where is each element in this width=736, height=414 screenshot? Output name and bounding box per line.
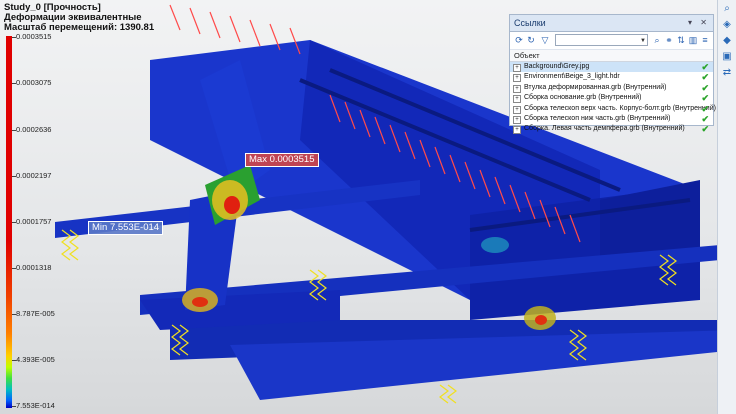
hotspot-core [224,196,240,214]
legend-tick: 7.553E-014 [16,401,55,410]
check-icon: ✔ [701,72,709,83]
links-toggle-icon[interactable]: ⇄ [720,66,734,80]
legend-tick: 0.0002636 [16,125,52,134]
list-item[interactable]: + Сборка основание.grb (Внутренний) ✔ [510,93,713,104]
expand-icon[interactable]: + [513,126,521,135]
panel-title-bar: Ссылки ▾ ✕ [510,15,713,32]
window-icon[interactable]: ▣ [720,50,734,64]
green-cube-icon[interactable]: ◆ [720,34,734,48]
filter-input[interactable]: ▼ [555,34,648,46]
list-item[interactable]: + Background\Grey.jpg ✔ [510,62,713,73]
check-icon: ✔ [701,124,709,135]
legend-tick: 0.0001318 [16,263,52,272]
legend-tick: 4.393E-005 [16,355,55,364]
min-marker: Min 7.553E-014 [88,221,164,235]
search-icon[interactable]: ⌕ [652,35,662,45]
legend-tick: 8.787E-005 [16,309,55,318]
legend-tick: 0.0002197 [16,171,52,180]
right-toolbar: ⌕ ◈ ◆ ▣ ⇄ [717,0,736,414]
check-icon: ✔ [701,113,709,124]
expand-icon[interactable]: + [513,95,521,104]
check-icon: ✔ [701,82,709,93]
panel-title: Ссылки [514,18,546,28]
check-icon: ✔ [701,62,709,72]
links-panel: Ссылки ▾ ✕ ⟳ ↻ ▽ ▼ ⌕ ⚭ ⇅ ▥ ≡ Объект + Bac… [509,14,716,135]
list-item[interactable]: + Сборка телескоп верх часть. Корпус-болт… [510,103,716,114]
column-header-object[interactable]: Объект [510,50,713,62]
panel-window-buttons[interactable]: ▾ ✕ [688,15,710,31]
list-item[interactable]: + Сборка. Левая часть демпфера.grb (Внутр… [510,124,713,135]
expand-icon[interactable]: + [513,64,521,72]
study-info: Study_0 [Прочность] Деформации эквивален… [4,3,154,33]
expand-icon[interactable]: + [513,84,521,93]
legend-tick: 0.0003515 [16,32,52,41]
legend-tick: 0.0003075 [16,78,52,87]
expand-icon[interactable]: + [513,105,521,114]
hotspot-bottom-core [192,297,208,307]
panel-toolbar: ⟳ ↻ ▽ ▼ ⌕ ⚭ ⇅ ▥ ≡ [510,32,713,50]
update-icon[interactable]: ↻ [526,35,536,45]
zoom-icon[interactable]: ⌕ [720,2,734,16]
list-menu-icon[interactable]: ≡ [700,35,710,45]
filter-icon[interactable]: ▽ [540,35,550,45]
expand-icon[interactable]: + [513,74,521,83]
list-item[interactable]: + Сборка телескоп ниж часть.grb (Внутренн… [510,114,713,124]
check-icon: ✔ [701,103,709,114]
chart-icon[interactable]: ▥ [688,35,698,45]
list-item[interactable]: + Втулка деформированная.grb (Внутренний)… [510,83,713,93]
hotspot-mid [481,237,509,253]
refresh-icon[interactable]: ⟳ [514,35,524,45]
link-icon[interactable]: ⚭ [664,35,674,45]
expand-icon[interactable]: + [513,115,521,124]
max-marker: Max 0.0003515 [245,153,319,167]
list-item[interactable]: + Environment\Beige_3_light.hdr ✔ [510,72,713,83]
legend-tick: 0.0001757 [16,217,52,226]
hotspot-right-core [535,315,547,325]
layers-icon[interactable]: ◈ [720,18,734,32]
check-icon: ✔ [701,93,709,104]
links-list: + Background\Grey.jpg ✔ + Environment\Beige… [510,62,716,135]
sort-icon[interactable]: ⇅ [676,35,686,45]
